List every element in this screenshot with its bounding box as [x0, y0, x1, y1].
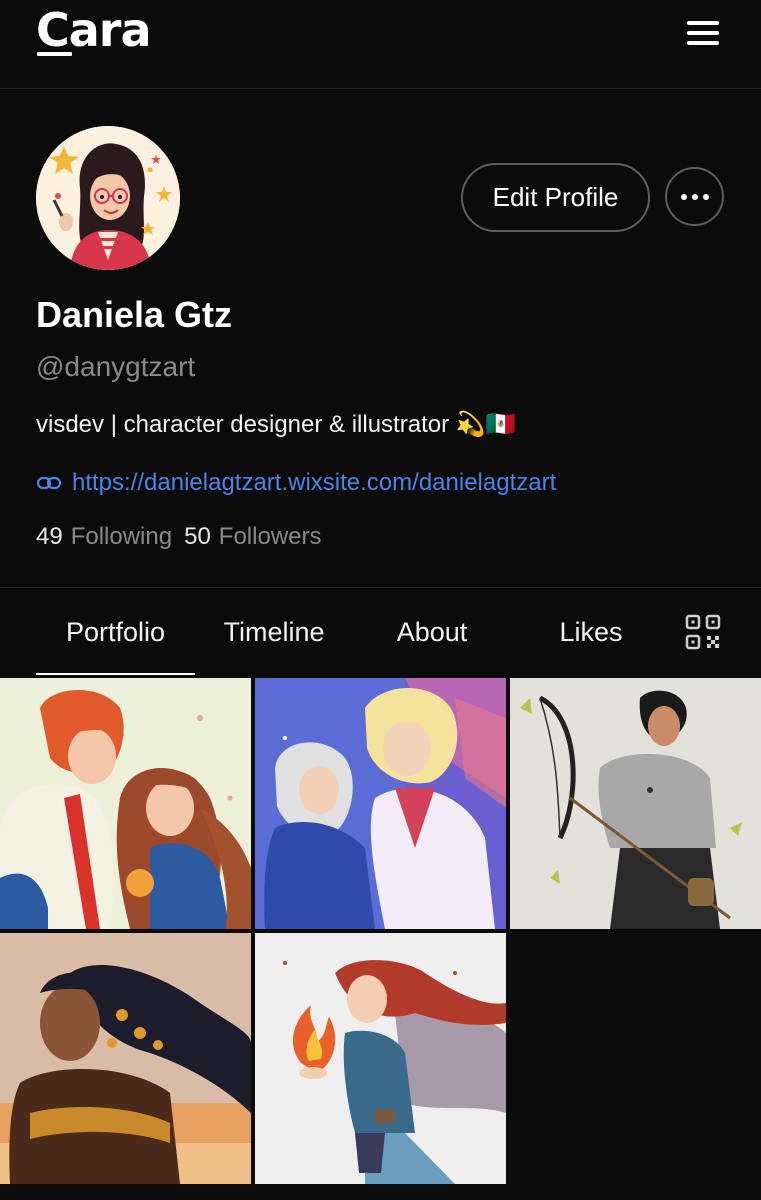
- profile-bio: visdev | character designer & illustrato…: [36, 411, 516, 438]
- edit-profile-button[interactable]: Edit Profile: [461, 163, 650, 232]
- following-label[interactable]: Following: [71, 523, 172, 550]
- hamburger-menu-icon[interactable]: [683, 18, 723, 48]
- more-options-icon[interactable]: [665, 167, 724, 226]
- portfolio-item[interactable]: [255, 678, 506, 929]
- profile-handle: @danygtzart: [36, 351, 196, 382]
- cara-logo[interactable]: Cara: [36, 2, 152, 58]
- tabs-divider: [0, 587, 761, 588]
- link-icon: [36, 476, 62, 490]
- following-count[interactable]: 49: [36, 523, 63, 550]
- followers-count[interactable]: 50: [184, 523, 211, 550]
- portfolio-item[interactable]: [510, 678, 761, 929]
- profile-website-link[interactable]: https://danielagtzart.wixsite.com/daniel…: [72, 466, 556, 500]
- portfolio-item[interactable]: [0, 678, 251, 929]
- follow-stats: 49 Following 50 Followers: [36, 520, 334, 554]
- logo-underline: [37, 52, 72, 56]
- profile-name: Daniela Gtz: [36, 294, 233, 335]
- qr-code-icon[interactable]: [685, 614, 721, 650]
- followers-label[interactable]: Followers: [219, 523, 322, 550]
- portfolio-item[interactable]: [0, 933, 251, 1184]
- portfolio-item[interactable]: [255, 933, 506, 1184]
- tab-portfolio[interactable]: Portfolio: [36, 612, 195, 652]
- avatar[interactable]: [36, 126, 180, 270]
- tab-likes[interactable]: Likes: [527, 612, 655, 652]
- tab-timeline[interactable]: Timeline: [196, 612, 352, 652]
- tab-about[interactable]: About: [360, 612, 504, 652]
- active-tab-indicator: [36, 673, 195, 675]
- top-navigation-bar: Cara: [0, 0, 761, 89]
- profile-website-row: https://danielagtzart.wixsite.com/daniel…: [36, 466, 556, 500]
